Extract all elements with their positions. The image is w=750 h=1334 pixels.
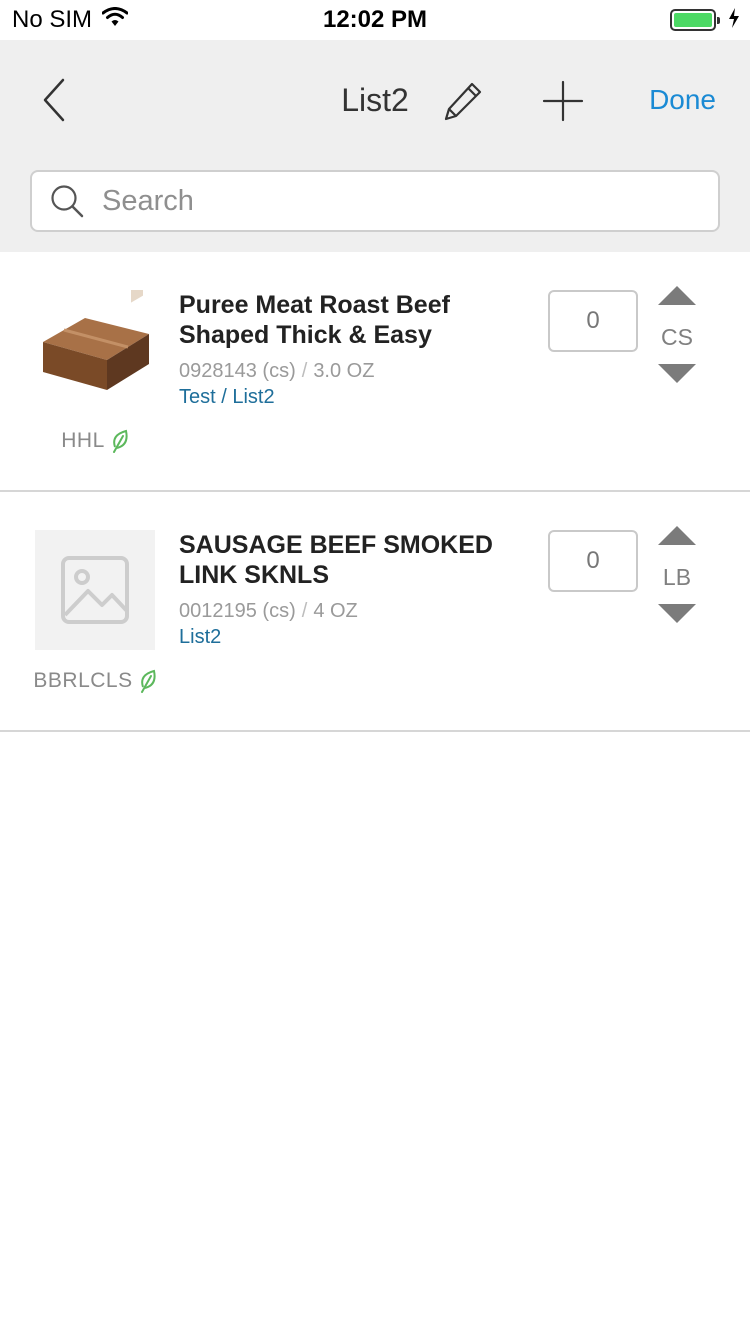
product-lists-link[interactable]: List2 <box>179 624 221 650</box>
plus-icon <box>542 80 584 122</box>
product-title: Puree Meat Roast Beef Shaped Thick & Eas… <box>179 291 450 349</box>
nav-bar: List2 Done <box>0 40 750 252</box>
quantity-input[interactable]: 0 <box>548 290 638 352</box>
brand-row: HHL <box>0 426 190 456</box>
unit-stepper: CS <box>652 284 702 388</box>
add-item-button[interactable] <box>540 78 586 124</box>
chevron-left-icon <box>43 78 65 122</box>
product-meta: 0012195 (cs)/4 OZ <box>179 598 358 624</box>
product-lists-link[interactable]: Test / List2 <box>179 384 275 410</box>
unit-up-arrow-icon[interactable] <box>658 526 696 545</box>
product-size: 4 OZ <box>313 600 358 622</box>
search-input[interactable] <box>100 183 660 219</box>
product-size: 3.0 OZ <box>313 360 375 382</box>
battery-level <box>674 13 712 27</box>
unit-up-arrow-icon[interactable] <box>658 286 696 305</box>
unit-down-arrow-icon[interactable] <box>658 604 696 623</box>
product-code: 0928143 (cs) <box>179 360 296 382</box>
search-bar[interactable] <box>30 170 720 232</box>
list-item[interactable]: HHL Puree Meat Roast Beef Shaped Thick &… <box>0 252 750 492</box>
image-placeholder-icon <box>61 556 129 624</box>
charging-bolt-icon <box>728 7 740 33</box>
battery-icon <box>670 9 720 31</box>
unit-label: LB <box>662 564 692 590</box>
page-title: List2 <box>341 82 409 118</box>
edit-list-name-button[interactable] <box>440 78 486 124</box>
status-right <box>670 7 740 33</box>
product-title: SAUSAGE BEEF SMOKED LINK SKNLS <box>179 531 493 589</box>
item-list: HHL Puree Meat Roast Beef Shaped Thick &… <box>0 252 750 732</box>
pencil-icon <box>444 82 482 121</box>
leaf-icon <box>140 669 156 693</box>
meta-separator: / <box>301 600 308 622</box>
status-bar: No SIM 12:02 PM <box>0 0 750 40</box>
brand-row: BBRLCLS <box>0 666 190 696</box>
unit-stepper: LB <box>652 524 702 628</box>
done-button[interactable]: Done <box>649 80 716 120</box>
product-image <box>35 290 155 410</box>
back-button[interactable] <box>30 76 78 124</box>
unit-down-arrow-icon[interactable] <box>658 364 696 383</box>
product-meta: 0928143 (cs)/3.0 OZ <box>179 358 374 384</box>
search-icon <box>51 185 84 218</box>
unit-label: CS <box>661 324 693 350</box>
product-image-placeholder <box>35 530 155 650</box>
brand-label: BBRLCLS <box>33 669 133 692</box>
meta-separator: / <box>301 360 308 382</box>
leaf-icon <box>112 429 128 453</box>
brand-label: HHL <box>61 429 105 452</box>
quantity-input[interactable]: 0 <box>548 530 638 592</box>
status-time: 12:02 PM <box>322 6 428 33</box>
cardboard-box-image <box>43 290 149 390</box>
product-code: 0012195 (cs) <box>179 600 296 622</box>
list-item[interactable]: BBRLCLS SAUSAGE BEEF SMOKED LINK SKNLS 0… <box>0 492 750 732</box>
